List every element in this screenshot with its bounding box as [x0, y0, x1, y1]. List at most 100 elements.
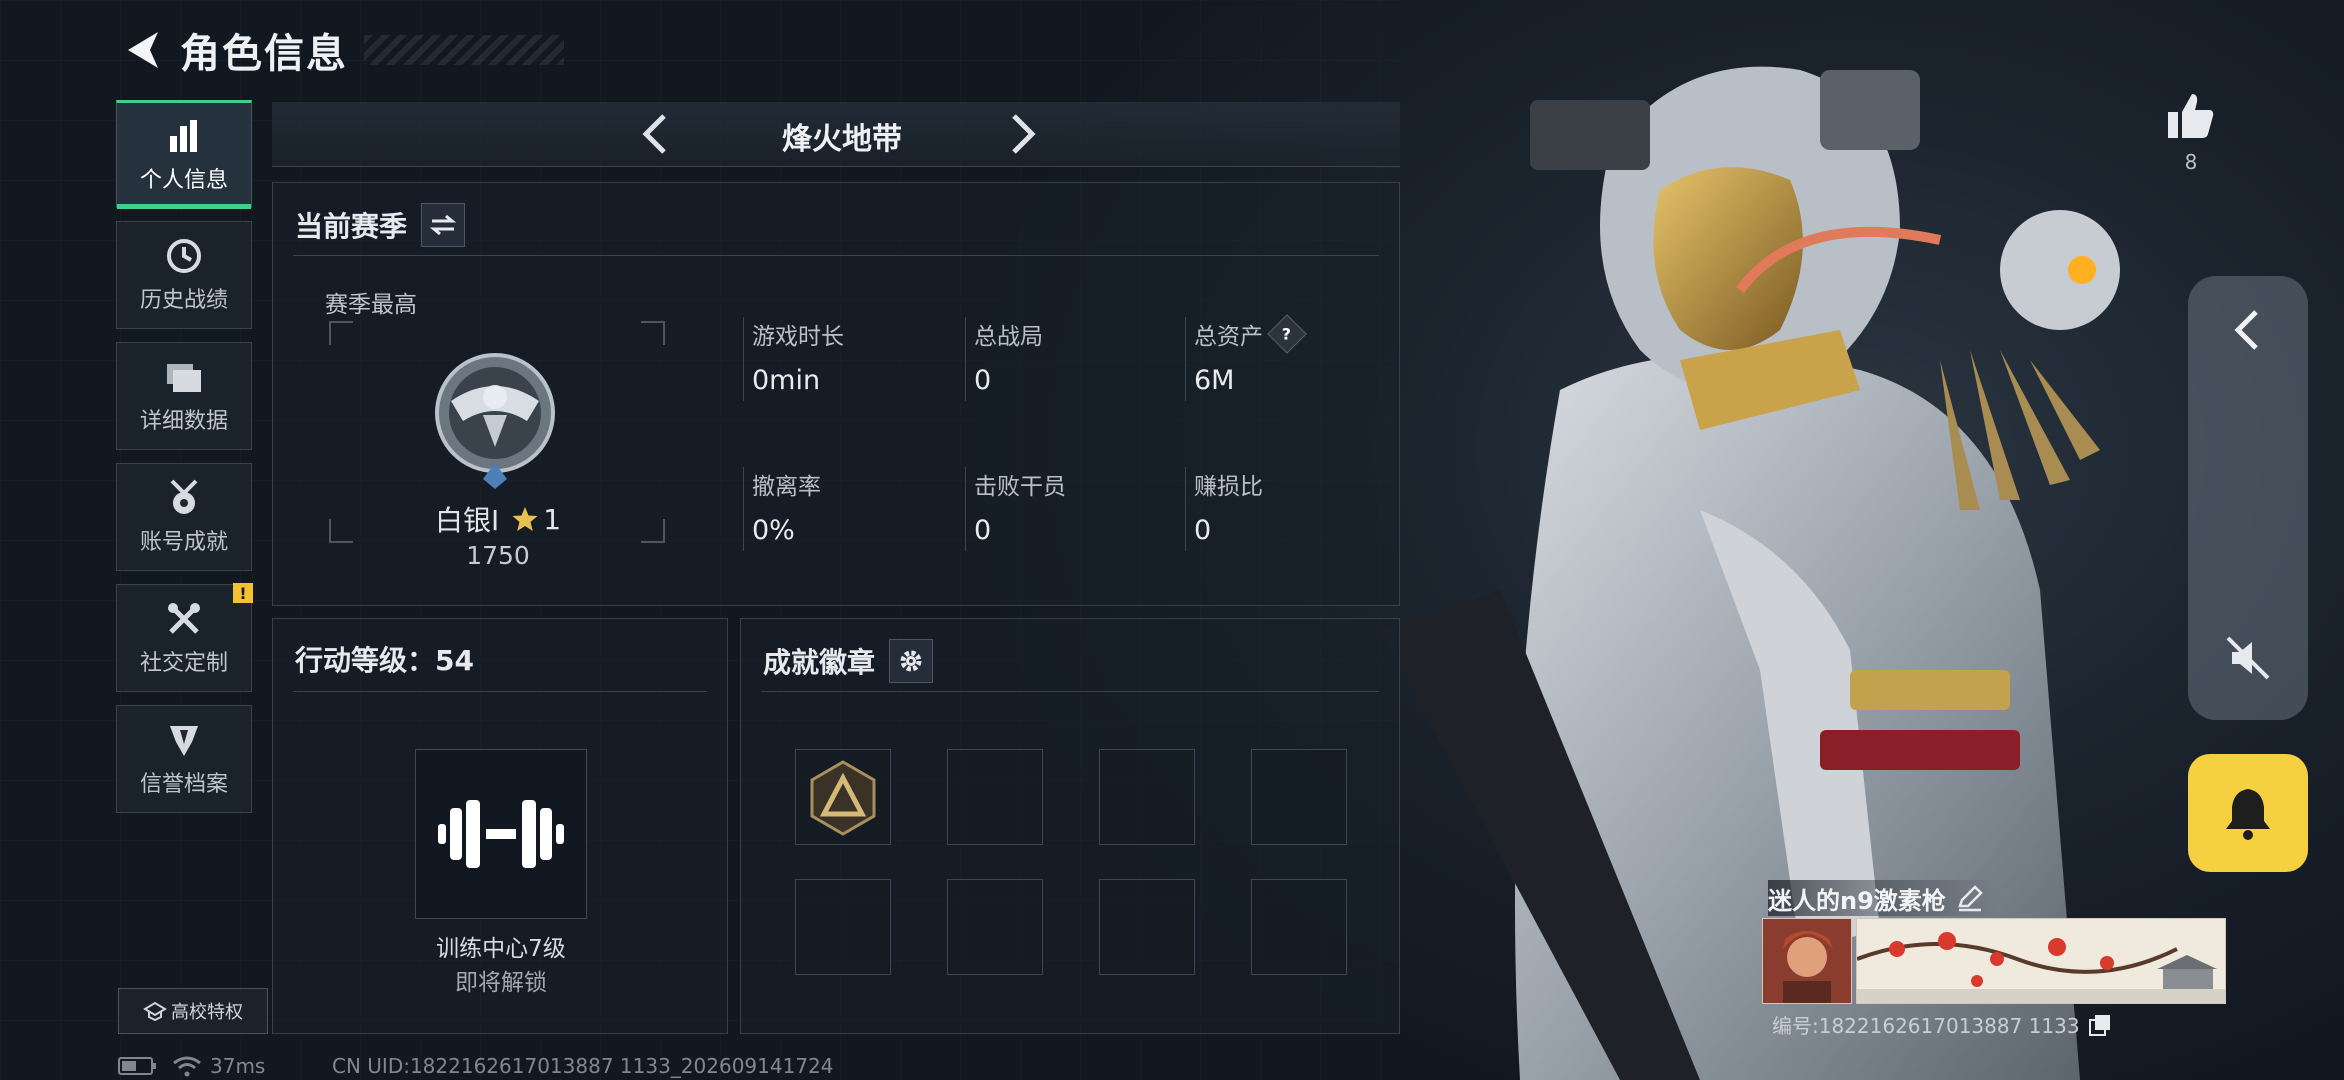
bell-icon [2226, 789, 2270, 840]
training-center-tile[interactable] [415, 749, 587, 919]
wifi-icon [173, 1056, 201, 1077]
mode-prev-button[interactable] [632, 110, 680, 158]
stat-label: 游戏时长 [752, 324, 844, 350]
reputation-icon [164, 720, 204, 760]
battery-icon [118, 1057, 156, 1075]
stat-label-row: 总资产 ? [1194, 314, 1307, 354]
title-decoration [364, 35, 564, 65]
badge-settings-button[interactable] [889, 639, 934, 683]
level-title: 行动等级：54 [295, 644, 474, 677]
star-icon [512, 507, 538, 531]
stat-label: 击败干员 [974, 474, 1066, 500]
nav-label: 社交定制 [139, 651, 228, 676]
badge-slot[interactable] [1251, 879, 1347, 975]
tools-icon [164, 599, 204, 639]
rank-score: 1750 [466, 541, 530, 570]
nav-label: 历史战绩 [139, 288, 228, 313]
edit-pencil-icon[interactable] [1956, 884, 1984, 912]
nav-item-achievements[interactable]: 账号成就 [116, 463, 252, 571]
rank-stars: 1 [543, 502, 562, 536]
dumbbell-icon [438, 800, 564, 868]
status-bar: 37ms [118, 1054, 265, 1078]
back-button[interactable] [118, 26, 166, 74]
training-title: 训练中心7级 [436, 936, 566, 962]
thumbs-up-icon[interactable] [2166, 92, 2216, 140]
divider [293, 255, 1379, 256]
badge-slot[interactable] [1251, 749, 1347, 845]
clock-history-icon [164, 236, 204, 276]
warning-badge: ! [233, 583, 253, 603]
season-panel: 当前赛季 赛季最高 白银Ⅰ 1 1750 游戏时长 0min 总战局 0 总资产… [272, 182, 1400, 606]
stat-label: 赚损比 [1194, 474, 1263, 500]
stat-value: 0% [752, 515, 795, 546]
stat-value: 6M [1194, 365, 1235, 396]
nav-item-detailed-data[interactable]: 详细数据 [116, 342, 252, 450]
badge-header: 成就徽章 [763, 639, 934, 683]
stat-label: 撤离率 [752, 474, 821, 500]
sidebar-nav: 个人信息 历史战绩 详细数据 账号成就 ! 社交定制 信誉档案 [116, 100, 254, 826]
badge-slot[interactable] [947, 749, 1043, 845]
badge-slot[interactable] [947, 879, 1043, 975]
speaker-muted-icon [2226, 636, 2270, 680]
medal-icon [164, 478, 204, 518]
season-best-label: 赛季最高 [325, 292, 417, 318]
stat-label: 总资产 [1194, 324, 1263, 350]
folder-icon [164, 357, 204, 397]
stat-value: 0 [974, 515, 992, 546]
badge-slot[interactable] [795, 879, 891, 975]
stat-profit-loss-ratio: 赚损比 0 [1185, 467, 1263, 551]
nav-label: 个人信息 [139, 168, 228, 193]
back-arrow-icon [128, 32, 158, 68]
badge-slot[interactable] [795, 749, 891, 845]
badge-title: 成就徽章 [763, 646, 876, 679]
season-switch-button[interactable] [421, 203, 466, 247]
divider [761, 691, 1379, 692]
copy-icon[interactable] [2088, 1013, 2112, 1037]
player-card[interactable] [1762, 918, 2226, 1004]
name-card-banner [1856, 918, 2226, 1004]
stat-extraction-rate: 撤离率 0% [743, 467, 821, 551]
mode-title: 烽火地带 [782, 122, 902, 157]
stat-value: 0 [974, 365, 992, 396]
nav-item-reputation[interactable]: 信誉档案 [116, 705, 252, 813]
chevron-left-icon [642, 114, 666, 154]
notification-bell-button[interactable] [2188, 754, 2308, 872]
nav-label: 账号成就 [139, 530, 228, 555]
player-name: 迷人的n9激素枪 [1768, 886, 1946, 915]
rank-name: 白银Ⅰ [434, 504, 500, 537]
divider [293, 691, 707, 692]
page-header: 角色信息 [118, 20, 564, 80]
bar-chart-icon [164, 116, 204, 156]
badge-slot[interactable] [1099, 749, 1195, 845]
player-id-row: 编号:1822162617013887 1133 [1772, 1010, 2112, 1039]
campus-icon [143, 1001, 167, 1021]
stat-total-assets: 总资产 ? 6M [1185, 314, 1307, 401]
silver-rank-emblem-icon [435, 353, 555, 489]
like-count: 8 [2184, 150, 2198, 174]
avatar [1762, 918, 1852, 1004]
nav-item-history[interactable]: 历史战绩 [116, 221, 252, 329]
stat-playtime: 游戏时长 0min [743, 317, 844, 401]
page-title: 角色信息 [180, 31, 348, 77]
uid-text: CN UID:1822162617013887 1133_20260914172… [332, 1054, 834, 1078]
collapse-button[interactable] [2214, 296, 2282, 364]
player-id: 编号:1822162617013887 1133 [1772, 1014, 2080, 1038]
mode-next-button[interactable] [998, 110, 1046, 158]
mute-button[interactable] [2214, 624, 2282, 692]
nav-item-personal-info[interactable]: 个人信息 [116, 100, 252, 209]
triangle-badge-icon [810, 760, 876, 836]
help-icon[interactable]: ? [1267, 314, 1307, 354]
training-subtitle: 即将解锁 [455, 970, 547, 996]
level-header: 行动等级：54 [295, 639, 474, 679]
badge-slot[interactable] [1099, 879, 1195, 975]
mode-selector: 烽火地带 [272, 102, 1400, 167]
season-title: 当前赛季 [295, 210, 408, 243]
stat-total-matches: 总战局 0 [965, 317, 1043, 401]
stat-value: 0min [752, 365, 821, 396]
nav-item-social-custom[interactable]: ! 社交定制 [116, 583, 253, 692]
stat-operators-defeated: 击败干员 0 [965, 467, 1066, 551]
campus-privilege-button[interactable]: 高校特权 [118, 988, 268, 1034]
nav-label: 详细数据 [139, 409, 228, 434]
like-area: 8 [2156, 92, 2226, 174]
action-level-panel: 行动等级：54 训练中心7级 即将解锁 [272, 618, 728, 1034]
